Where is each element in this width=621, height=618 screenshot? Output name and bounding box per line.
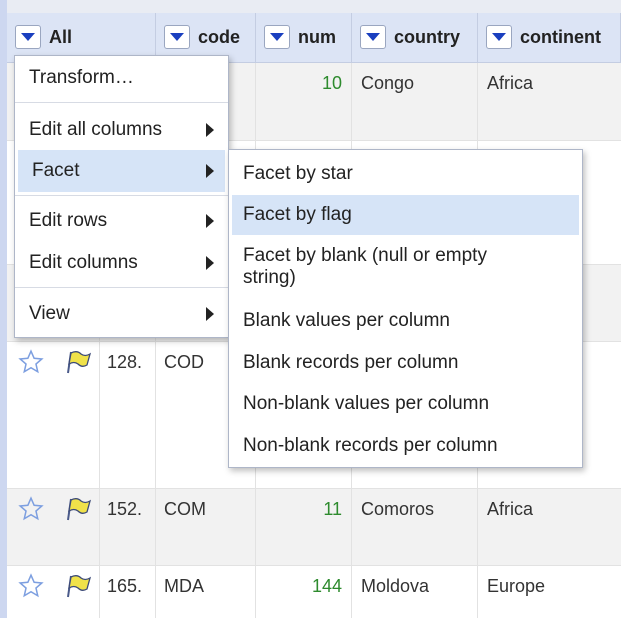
submenu-item-facet-by-star[interactable]: Facet by star <box>229 156 582 192</box>
column-header-continent[interactable]: continent <box>478 13 621 63</box>
continent-cell[interactable]: Africa <box>487 499 533 520</box>
column-header-num[interactable]: num <box>256 13 352 63</box>
column-menu: Transform… Edit all columns Facet Edit r… <box>14 55 229 338</box>
submenu-item-facet-by-blank[interactable]: Facet by blank (null or empty string) <box>229 238 582 298</box>
column-dropdown-all[interactable] <box>15 25 41 49</box>
continent-cell[interactable]: Africa <box>487 73 533 94</box>
star-icon[interactable] <box>18 349 44 375</box>
table-row: 152. COM 11 Comoros Africa <box>7 489 621 566</box>
menu-item-transform[interactable]: Transform… <box>15 63 228 93</box>
menu-item-label: Facet by star <box>243 163 353 184</box>
chevron-right-icon <box>206 214 214 228</box>
menu-item-label: Blank values per column <box>243 310 450 331</box>
facet-submenu: Facet by star Facet by flag Facet by bla… <box>228 149 583 468</box>
column-header-label: All <box>49 26 73 47</box>
continent-cell[interactable]: Europe <box>487 576 545 597</box>
code-cell[interactable]: MDA <box>164 576 204 597</box>
menu-item-label: Blank records per column <box>243 352 459 373</box>
column-dropdown-continent[interactable] <box>486 25 512 49</box>
chevron-down-icon <box>270 33 284 41</box>
menu-item-edit-rows[interactable]: Edit rows <box>15 204 228 238</box>
menu-item-label: View <box>29 303 70 324</box>
column-header-label: num <box>298 26 336 47</box>
row-index: 165. <box>107 576 143 596</box>
column-dropdown-num[interactable] <box>264 25 290 49</box>
menu-item-label: Facet by flag <box>243 204 352 225</box>
submenu-item-nonblank-values[interactable]: Non-blank values per column <box>229 386 582 422</box>
menu-item-label: Edit rows <box>29 210 108 231</box>
menu-item-facet[interactable]: Facet <box>18 150 225 192</box>
menu-item-edit-all-columns[interactable]: Edit all columns <box>15 113 228 147</box>
column-header-label: country <box>394 26 461 47</box>
menu-separator <box>15 102 228 103</box>
menu-item-label: Edit columns <box>29 252 138 273</box>
menu-item-label: Facet by blank (null or empty string) <box>243 245 487 288</box>
star-icon[interactable] <box>18 496 44 522</box>
column-header-label: continent <box>520 26 601 47</box>
chevron-down-icon <box>366 33 380 41</box>
chevron-right-icon <box>206 307 214 321</box>
num-cell[interactable]: 10 <box>262 73 342 94</box>
chevron-down-icon <box>21 33 35 41</box>
menu-item-label: Edit all columns <box>29 119 163 140</box>
menu-separator <box>15 195 228 196</box>
flag-icon[interactable] <box>64 573 92 599</box>
menu-item-label: Facet <box>32 160 80 181</box>
menu-item-view[interactable]: View <box>15 297 228 331</box>
num-cell[interactable]: 11 <box>262 499 342 520</box>
code-cell[interactable]: COD <box>164 352 204 373</box>
flag-icon[interactable] <box>64 496 92 522</box>
column-header-country[interactable]: country <box>352 13 478 63</box>
chevron-right-icon <box>206 256 214 270</box>
num-cell[interactable]: 144 <box>262 576 342 597</box>
chevron-right-icon <box>206 123 214 137</box>
country-cell[interactable]: Comoros <box>361 499 434 520</box>
menu-item-label: Non-blank records per column <box>243 435 498 456</box>
chevron-right-icon <box>206 164 214 178</box>
column-dropdown-country[interactable] <box>360 25 386 49</box>
submenu-item-nonblank-records[interactable]: Non-blank records per column <box>229 428 582 464</box>
code-cell[interactable]: COM <box>164 499 206 520</box>
star-icon[interactable] <box>18 573 44 599</box>
chevron-down-icon <box>170 33 184 41</box>
chevron-down-icon <box>492 33 506 41</box>
menu-item-label: Non-blank values per column <box>243 393 490 414</box>
top-strip <box>7 0 621 13</box>
submenu-item-facet-by-flag[interactable]: Facet by flag <box>232 195 579 235</box>
row-index: 128. <box>107 352 143 372</box>
flag-icon[interactable] <box>64 349 92 375</box>
column-header-label: code <box>198 26 241 47</box>
submenu-item-blank-records[interactable]: Blank records per column <box>229 345 582 381</box>
submenu-item-blank-values[interactable]: Blank values per column <box>229 303 582 339</box>
left-edge-bar <box>0 0 7 618</box>
menu-item-edit-columns[interactable]: Edit columns <box>15 246 228 280</box>
menu-item-label: Transform… <box>29 67 134 88</box>
country-cell[interactable]: Moldova <box>361 576 429 597</box>
menu-separator <box>15 287 228 288</box>
row-index: 152. <box>107 499 143 519</box>
column-dropdown-code[interactable] <box>164 25 190 49</box>
table-row: 165. MDA 144 Moldova Europe <box>7 566 621 618</box>
country-cell[interactable]: Congo <box>361 73 414 94</box>
